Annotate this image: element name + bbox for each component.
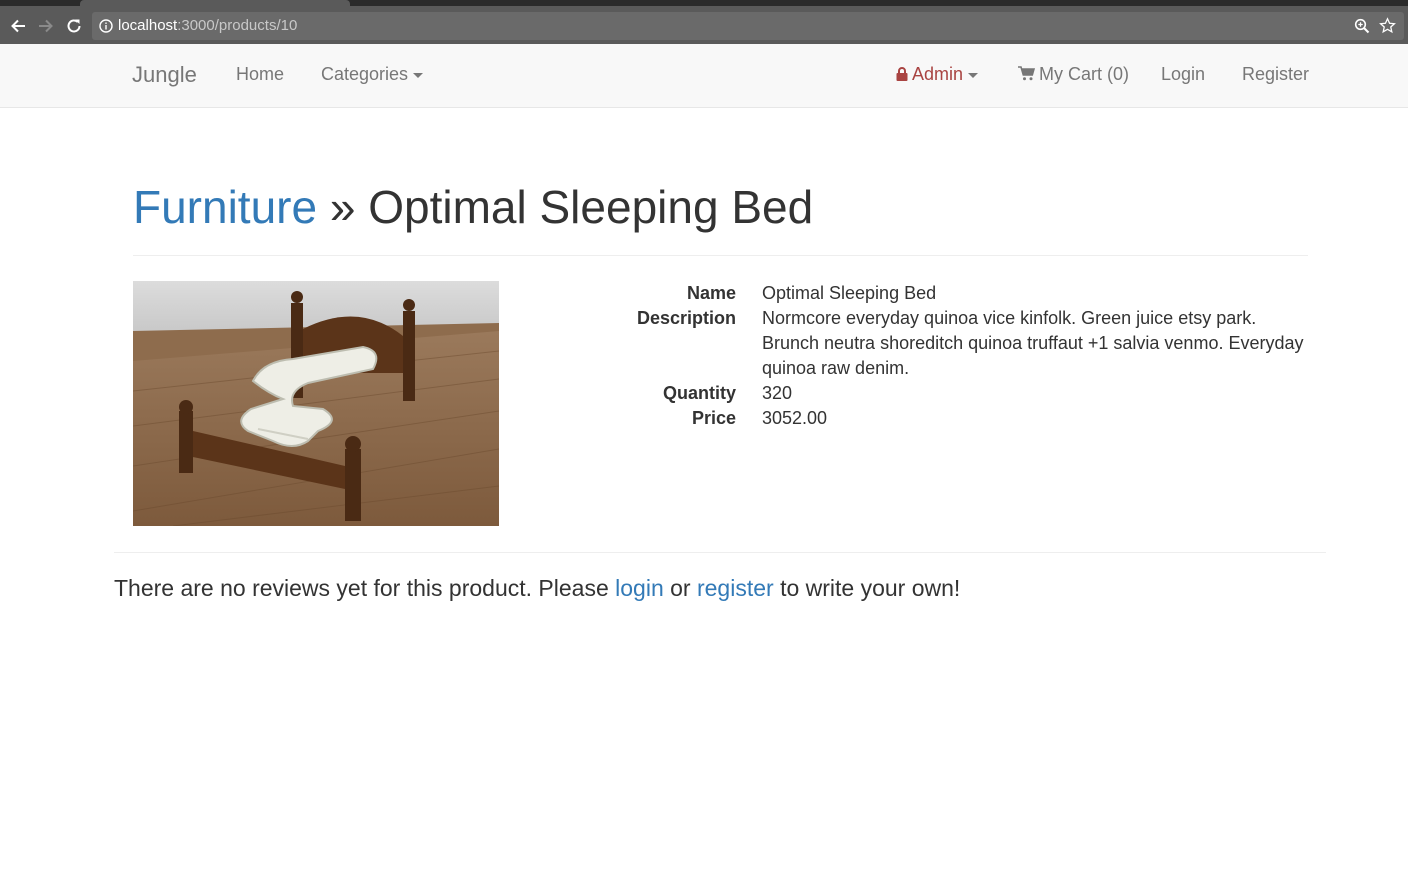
nav-register-link[interactable]: Register	[1242, 64, 1309, 85]
nav-login-link[interactable]: Login	[1161, 64, 1205, 85]
site-navbar: Jungle Home Categories Admin My Cart (0)…	[0, 44, 1408, 108]
quantity-value: 320	[762, 383, 793, 403]
nav-admin-dropdown[interactable]: Admin	[896, 64, 979, 86]
address-bar[interactable]: localhost:3000/products/10	[92, 12, 1404, 40]
nav-admin-label: Admin	[912, 64, 964, 84]
zoom-icon[interactable]	[1354, 18, 1370, 39]
reviews-middle: or	[670, 575, 691, 601]
caret-down-icon	[968, 72, 979, 78]
detail-row-price: Price 3052.00	[600, 406, 1310, 431]
detail-row-description: Description Normcore everyday quinoa vic…	[600, 306, 1310, 381]
page-title: Furniture » Optimal Sleeping Bed	[133, 178, 1308, 236]
reviews-login-link[interactable]: login	[615, 575, 664, 601]
product-image	[133, 281, 499, 526]
nav-categories-dropdown[interactable]: Categories	[321, 64, 424, 85]
name-label: Name	[686, 283, 736, 303]
url-text: localhost:3000/products/10	[118, 17, 297, 34]
shopping-cart-icon	[1018, 65, 1036, 86]
reviews-suffix: to write your own!	[780, 575, 961, 601]
nav-cart-label: My Cart (0)	[1039, 64, 1129, 84]
detail-row-name: Name Optimal Sleeping Bed	[600, 281, 1310, 306]
browser-tab[interactable]	[80, 0, 350, 6]
url-host: localhost	[118, 17, 178, 34]
price-value: 3052.00	[762, 408, 828, 428]
product-title: Optimal Sleeping Bed	[368, 181, 814, 233]
breadcrumb-separator: »	[329, 181, 356, 233]
page-header: Furniture » Optimal Sleeping Bed	[133, 178, 1308, 256]
back-icon[interactable]	[6, 14, 30, 38]
quantity-label: Quantity	[662, 383, 736, 403]
info-icon[interactable]	[99, 19, 113, 38]
bookmark-star-icon[interactable]	[1379, 17, 1396, 39]
reviews-register-link[interactable]: register	[697, 575, 774, 601]
reload-icon[interactable]	[62, 14, 86, 38]
nav-home-link[interactable]: Home	[236, 64, 284, 85]
caret-down-icon	[413, 72, 424, 78]
product-details: Name Optimal Sleeping Bed Description No…	[600, 281, 1310, 431]
brand-link[interactable]: Jungle	[132, 62, 197, 88]
name-value: Optimal Sleeping Bed	[762, 283, 937, 303]
nav-cart-link[interactable]: My Cart (0)	[1018, 64, 1129, 86]
browser-toolbar: localhost:3000/products/10	[0, 0, 1408, 44]
reviews-notice: There are no reviews yet for this produc…	[114, 575, 960, 602]
url-path: :3000/products/10	[177, 17, 298, 34]
divider	[114, 552, 1326, 553]
nav-categories-label: Categories	[321, 64, 409, 84]
category-breadcrumb-link[interactable]: Furniture	[133, 181, 317, 233]
lock-icon	[896, 65, 908, 86]
description-label: Description	[636, 308, 736, 328]
forward-icon[interactable]	[34, 14, 58, 38]
description-value: Normcore everyday quinoa vice kinfolk. G…	[762, 308, 1304, 378]
detail-row-quantity: Quantity 320	[600, 381, 1310, 406]
reviews-prefix: There are no reviews yet for this produc…	[114, 575, 609, 601]
price-label: Price	[691, 408, 736, 428]
